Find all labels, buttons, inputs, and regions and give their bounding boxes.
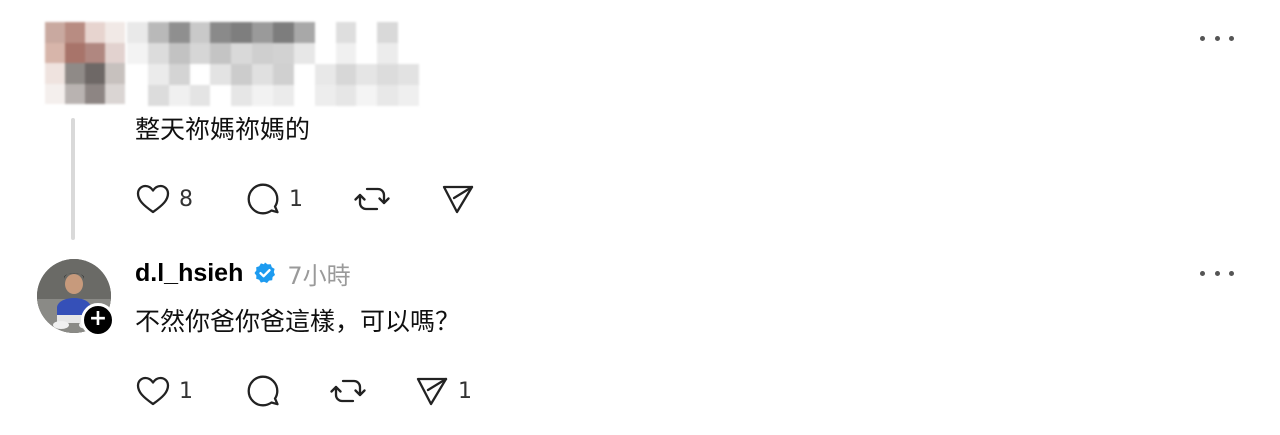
repost-icon xyxy=(354,187,390,211)
more-options-button[interactable] xyxy=(1200,28,1234,48)
reply-count: 1 xyxy=(289,186,303,212)
username[interactable]: d.l_hsieh xyxy=(135,259,243,288)
dot-icon xyxy=(1229,270,1234,276)
verified-badge-icon xyxy=(254,262,276,283)
repost-button[interactable] xyxy=(354,181,390,217)
repost-icon xyxy=(330,379,366,403)
like-count: 8 xyxy=(179,186,193,212)
send-icon xyxy=(416,377,448,406)
username-pixelated xyxy=(127,22,419,106)
share-button[interactable]: 1 xyxy=(414,373,472,409)
heart-icon xyxy=(136,376,170,406)
dot-icon xyxy=(1214,35,1220,41)
timestamp: 7小時 xyxy=(287,261,351,290)
reply-button[interactable] xyxy=(245,373,281,409)
send-icon xyxy=(442,185,474,214)
like-button[interactable]: 1 xyxy=(135,373,193,409)
dot-icon xyxy=(1214,270,1220,276)
repost-button[interactable] xyxy=(330,373,366,409)
dot-icon xyxy=(1200,35,1205,41)
share-button[interactable] xyxy=(440,181,476,217)
like-count: 1 xyxy=(179,378,193,404)
plus-icon: + xyxy=(88,306,108,331)
follow-button[interactable]: + xyxy=(81,303,115,337)
thread-line xyxy=(71,118,75,240)
heart-icon xyxy=(136,184,170,214)
comment-body: 整天祢媽祢媽的 xyxy=(135,115,311,144)
share-count: 1 xyxy=(458,378,472,404)
comment-bubble-icon xyxy=(247,183,279,215)
reply-button[interactable]: 1 xyxy=(245,181,303,217)
more-options-button[interactable] xyxy=(1200,263,1234,283)
avatar-pixelated[interactable] xyxy=(45,22,125,104)
dot-icon xyxy=(1200,270,1205,276)
dot-icon xyxy=(1229,35,1234,41)
comment-body: 不然你爸你爸這樣，可以嗎？ xyxy=(135,307,461,336)
comment-bubble-icon xyxy=(247,375,279,407)
like-button[interactable]: 8 xyxy=(135,181,193,217)
